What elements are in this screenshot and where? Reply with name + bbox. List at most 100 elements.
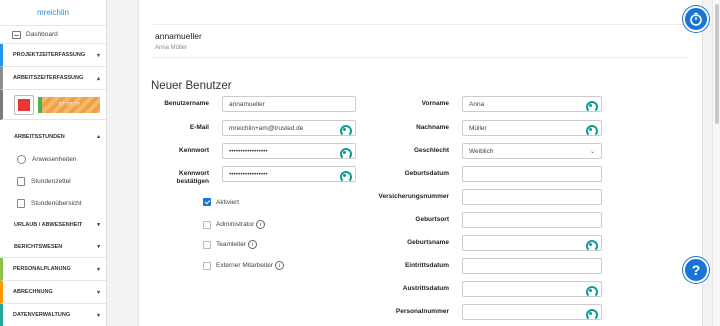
main-content: annamueller Anna Müller Neuer Benutzer B… [108,0,712,326]
chevron-up-icon: ▴ [97,134,100,140]
help-button[interactable]: ? [683,257,709,283]
chevron-down-icon: ▾ [97,243,100,250]
password-field[interactable]: ••••••••••••••••• [222,143,356,160]
running-timer-bar[interactable]: ?? ??:?? [38,96,100,113]
sidebar-group-berichtswesen[interactable]: BERICHTSWESEN ▾ [0,236,106,258]
field-value: mreichlin+am@trusted.de [229,124,304,132]
label-geburtsname: Geburtsname [407,239,449,246]
info-icon[interactable]: i [275,261,285,270]
checkbox-checked-icon[interactable] [203,198,211,206]
keepass-icon[interactable] [586,285,598,298]
label-geschlecht: Geschlecht [413,147,449,154]
field-value: annamueller [229,100,265,108]
stopwatch-button[interactable] [683,6,709,32]
label-email: E-Mail [189,124,209,131]
info-icon[interactable]: i [256,220,266,229]
page-scrollbar[interactable] [712,0,720,326]
geschlecht-select[interactable]: Weiblich ⌄ [462,143,602,159]
checkbox-externer-mitarbeiter[interactable]: Externer Mitarbeiter i [203,261,285,270]
sidebar-item-stundenzettel[interactable]: Stundenzettel [0,170,106,192]
geburtsdatum-field[interactable] [462,166,602,182]
label-austrittsdatum: Austrittsdatum [402,285,449,292]
sidebar-section-label: ARBEITSZEITERFASSUNG [13,75,84,81]
stop-timer-button[interactable] [14,94,34,115]
stopwatch-icon [690,12,702,26]
label-personalnummer: Personalnummer [395,308,449,315]
sidebar-section-projektzeiterfassung[interactable]: PROJEKTZEITERFASSUNG ▾ [0,44,106,67]
field-value: Müller [469,124,487,132]
keepass-icon[interactable] [340,170,352,183]
label-vorname: Vorname [421,100,449,107]
versicherungsnummer-field[interactable] [462,189,602,205]
field-value: ••••••••••••••••• [229,170,268,178]
sidebar-section-label: ABRECHNUNG [13,289,53,295]
chevron-up-icon: ▴ [96,75,100,82]
label-benutzername: Benutzername [164,100,209,107]
chevron-down-icon: ⌄ [589,148,595,155]
sidebar-item-label: Anwesenheiten [32,155,77,163]
sidebar-group-arbeitsstunden[interactable]: ARBEITSSTUNDEN ▴ [0,126,106,148]
chevron-down-icon: ▾ [96,312,100,319]
sidebar-section-arbeitszeiterfassung[interactable]: ARBEITSZEITERFASSUNG ▴ [0,67,106,90]
checkbox-label: Externer Mitarbeiter [216,262,274,269]
checkbox-icon[interactable] [203,240,211,249]
scrollbar-thumb[interactable] [715,4,719,124]
nachname-field[interactable]: Müller [462,120,602,137]
sidebar-group-label: ARBEITSSTUNDEN [14,134,65,140]
sidebar-section-datenverwaltung[interactable]: DATENVERWALTUNG ▾ [0,304,106,326]
keepass-icon[interactable] [586,239,598,252]
sidebar-group-urlaub[interactable]: URLAUB / ABWESENHEIT ▾ [0,214,106,236]
sidebar-item-dashboard[interactable]: Dashboard [0,26,106,44]
timer-text: ?? ??:?? [58,101,80,108]
user-form-card: annamueller Anna Müller Neuer Benutzer B… [138,0,703,326]
sidebar-item-label: Stundenübersicht [31,199,82,207]
checkbox-administrator[interactable]: Administrator i [203,220,266,229]
sidebar-section-personalplanung[interactable]: PERSONALPLANUNG ▾ [0,258,106,281]
question-icon: ? [691,262,701,278]
email-field[interactable]: mreichlin+am@trusted.de [222,120,356,137]
chevron-down-icon: ▾ [97,222,100,228]
sidebar-section-abrechnung[interactable]: ABRECHNUNG ▾ [0,281,106,304]
dashboard-icon [12,30,21,39]
brand-name[interactable]: mreichlin [0,0,106,26]
benutzername-field[interactable]: annamueller [222,96,356,112]
user-header: annamueller Anna Müller [153,24,688,58]
sidebar-group-label: BERICHTSWESEN [14,243,63,250]
timer-status-indicator [38,96,42,113]
chevron-down-icon: ▾ [96,52,100,59]
sidebar-item-anwesenheiten[interactable]: Anwesenheiten [0,148,106,170]
sidebar-section-label: PROJEKTZEITERFASSUNG [13,52,86,58]
label-line: bestätigen [176,178,209,185]
sidebar-item-stundenuebersicht[interactable]: Stundenübersicht [0,192,106,214]
checkbox-icon[interactable] [203,220,211,229]
label-kennwort-bestaetigen: Kennwort bestätigen [147,170,209,186]
time-tracker: ?? ??:?? [0,90,106,120]
geburtsname-field[interactable] [462,235,602,252]
keepass-icon[interactable] [586,308,598,321]
sidebar-item-label: Dashboard [26,31,58,38]
field-value: Anna [469,100,485,108]
checkbox-icon[interactable] [203,261,211,270]
document-icon [17,198,25,208]
keepass-icon[interactable] [586,100,598,113]
page-title: Neuer Benutzer [151,80,232,92]
label-geburtsdatum: Geburtsdatum [404,170,449,177]
personalnummer-field[interactable] [462,304,602,321]
sidebar-section-label: DATENVERWALTUNG [13,312,71,318]
label-geburtsort: Geburtsort [415,216,449,223]
checkbox-teamleiter[interactable]: Teamleiter i [203,240,257,249]
sidebar: mreichlin Dashboard PROJEKTZEITERFASSUNG… [0,0,107,326]
geburtsort-field[interactable] [462,212,602,228]
vorname-field[interactable]: Anna [462,96,602,113]
keepass-icon[interactable] [340,147,352,160]
keepass-icon[interactable] [340,124,352,137]
checkbox-label: Teamleiter [216,241,246,248]
info-icon[interactable]: i [247,240,257,249]
checkbox-aktiviert[interactable]: Aktiviert [203,198,239,206]
password-confirm-field[interactable]: ••••••••••••••••• [222,166,356,183]
austrittsdatum-field[interactable] [462,281,602,298]
label-kennwort: Kennwort [179,147,209,154]
keepass-icon[interactable] [586,124,598,137]
header-fullname: Anna Müller [155,45,188,51]
eintrittsdatum-field[interactable] [462,258,602,274]
